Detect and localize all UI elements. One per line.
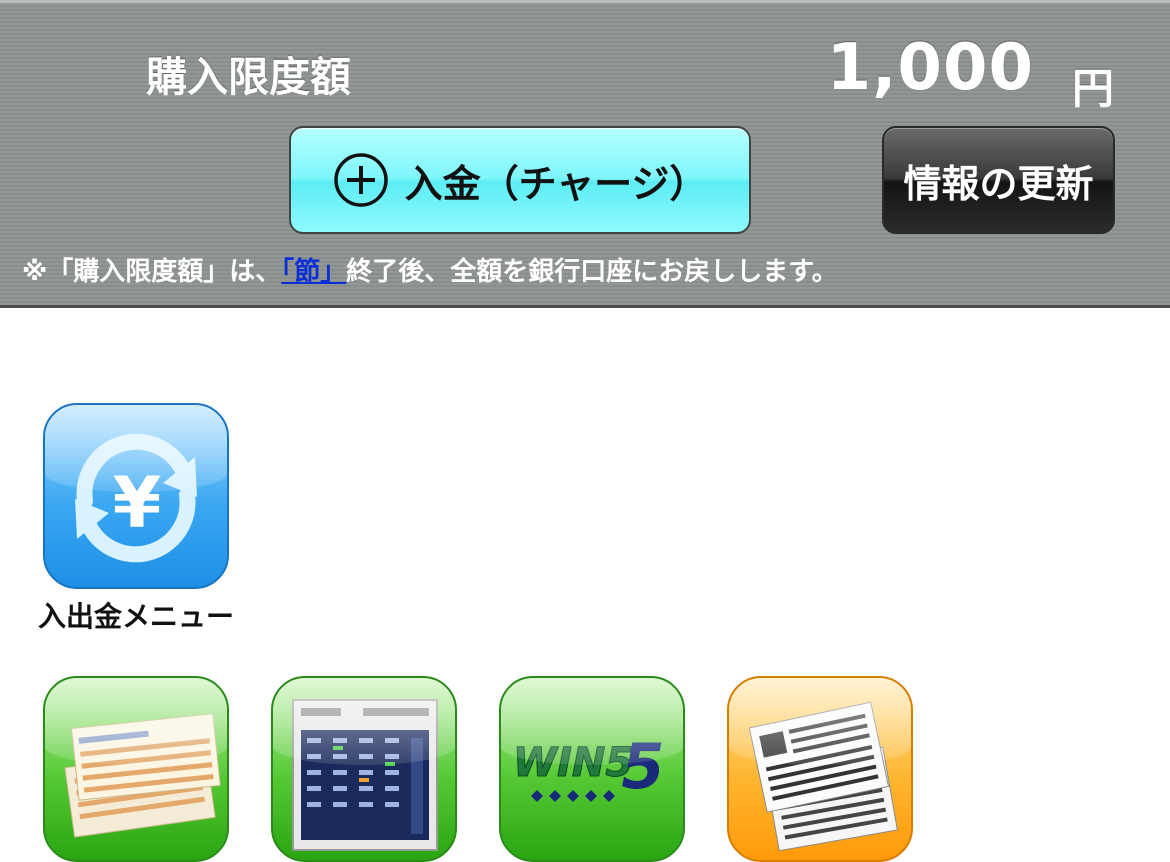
deposit-charge-button[interactable]: 入金（チャージ） xyxy=(289,126,751,234)
odds-table-icon[interactable] xyxy=(271,676,457,862)
note-prefix: ※「購入限度額」は、 xyxy=(22,257,282,287)
deposit-withdraw-menu-item[interactable]: ¥ 入出金メニュー xyxy=(38,403,234,633)
setsu-link[interactable]: 「節」 xyxy=(281,257,346,287)
purchase-limit-unit: 円 xyxy=(1071,64,1114,113)
race-card-menu-item[interactable] xyxy=(727,676,913,862)
purchase-limit-note: ※「購入限度額」は、「節」終了後、全額を銀行口座にお戻しします。 xyxy=(22,251,838,288)
yen-exchange-icon[interactable]: ¥ xyxy=(43,403,229,589)
refresh-info-button[interactable]: 情報の更新 xyxy=(882,126,1115,234)
odds-table-menu-item[interactable] xyxy=(271,676,457,862)
purchase-limit-value: 1,000 xyxy=(826,31,1034,105)
plus-circle-icon xyxy=(333,153,388,207)
deposit-charge-label: 入金（チャージ） xyxy=(404,161,708,206)
betting-slip-menu-item[interactable] xyxy=(43,676,229,862)
win5-icon[interactable]: WIN5 5 xyxy=(499,676,685,862)
race-card-icon[interactable] xyxy=(727,676,913,862)
purchase-limit-label: 購入限度額 xyxy=(146,53,351,101)
account-header: 購入限度額 1,000 円 入金（チャージ） 情報の更新 ※「購入限度額」は、「… xyxy=(0,0,1170,308)
note-suffix: 終了後、全額を銀行口座にお戻しします。 xyxy=(346,257,838,287)
deposit-withdraw-menu-label: 入出金メニュー xyxy=(37,600,234,633)
win5-menu-item[interactable]: WIN5 5 xyxy=(499,676,685,862)
betting-slip-icon[interactable] xyxy=(43,676,229,862)
